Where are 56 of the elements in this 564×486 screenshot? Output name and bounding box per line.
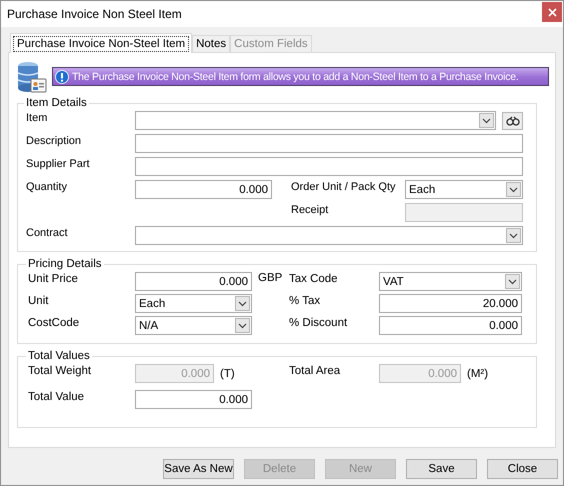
dropdown-field[interactable] (135, 111, 496, 130)
chevron-icon (235, 296, 250, 311)
chevron-icon (506, 228, 521, 243)
text-field[interactable]: 0.000 (135, 180, 272, 199)
field-label: Description (26, 134, 82, 147)
close-icon (548, 8, 556, 16)
text-field[interactable]: 0.000 (135, 272, 252, 291)
field-label: Supplier Part (26, 157, 91, 170)
chevron-icon (235, 318, 250, 333)
binoculars-icon (506, 116, 520, 126)
text-field[interactable]: 20.000 (379, 294, 522, 313)
field-label: CostCode (28, 316, 80, 329)
dropdown-field[interactable]: N/A (135, 316, 252, 335)
field-label: Receipt (291, 203, 330, 216)
lookup-button[interactable] (502, 112, 523, 130)
text-field[interactable] (135, 134, 523, 153)
button: Delete (244, 459, 315, 479)
field-label: Total Weight (28, 364, 92, 377)
field-label: Tax Code (289, 272, 339, 285)
dropdown-field[interactable]: Each (135, 294, 252, 313)
chevron-icon (506, 182, 521, 197)
field-label: Total Area (289, 364, 342, 377)
field-label: Quantity (26, 180, 68, 193)
field-label: Unit (28, 294, 50, 307)
dropdown-field[interactable]: VAT (379, 272, 522, 291)
unit-label: (M²) (467, 368, 488, 380)
database-icon (17, 61, 47, 95)
dropdown-field[interactable]: Each (405, 180, 523, 199)
chevron-icon (479, 113, 494, 128)
button[interactable]: Save As New (163, 459, 234, 479)
field-label: Order Unit / Pack Qty (291, 180, 397, 193)
info-icon (55, 70, 69, 84)
field-label: Item (26, 111, 48, 124)
tab[interactable]: Notes (192, 35, 230, 52)
button: New (325, 459, 396, 479)
button[interactable]: Save (406, 459, 477, 479)
group-title: Pricing Details (27, 258, 102, 270)
info-message: The Purchase Invoice Non-Steel Item form allows you to add a Non-Steel Item to a Purchase Invoice. (72, 70, 518, 82)
field-label: Contract (26, 226, 69, 239)
button[interactable]: Close (487, 459, 558, 479)
group-title: Total Values (27, 350, 91, 362)
field-label: Unit Price (28, 272, 79, 285)
tab[interactable]: Purchase Invoice Non-Steel Item (10, 33, 192, 53)
close-button[interactable] (542, 2, 562, 22)
window-title: Purchase Invoice Non Steel Item (7, 7, 182, 21)
field-label: Total Value (28, 390, 86, 403)
field-label: % Discount (289, 316, 348, 329)
unit-label: (T) (220, 368, 235, 380)
unit-label: GBP (257, 272, 284, 284)
group-title: Item Details (25, 97, 88, 109)
text-field[interactable]: 0.000 (135, 390, 252, 409)
text-field[interactable]: 0.000 (379, 316, 522, 335)
dropdown-field[interactable] (135, 226, 523, 245)
field-label: % Tax (289, 294, 322, 307)
chevron-icon (505, 274, 520, 289)
text-field[interactable] (135, 157, 523, 176)
